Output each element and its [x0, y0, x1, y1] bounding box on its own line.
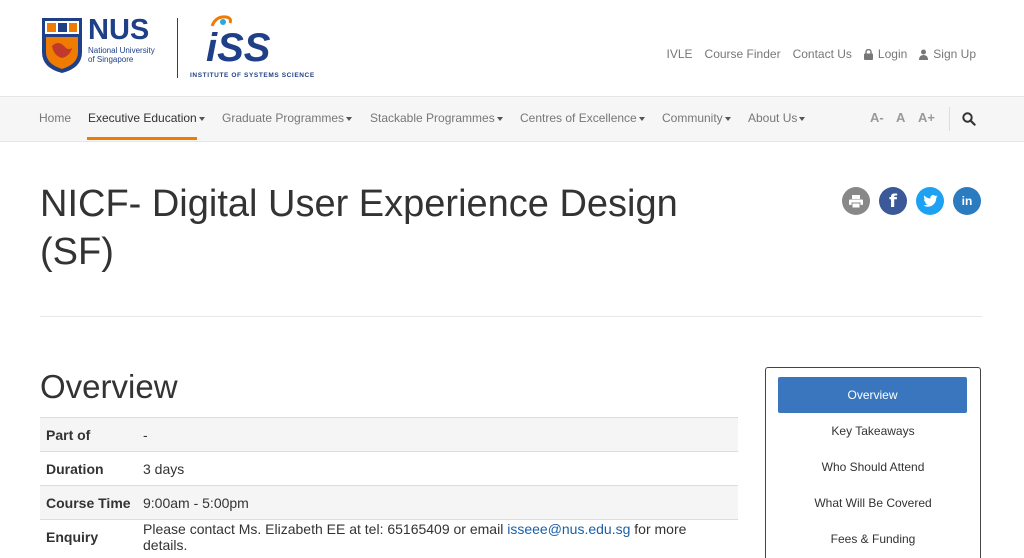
row-value: 9:00am - 5:00pm	[137, 485, 738, 520]
nav-item-home[interactable]: Home	[39, 111, 71, 125]
row-value: Please contact Ms. Elizabeth EE at tel: …	[137, 519, 738, 554]
nav-item-graduate-programmes[interactable]: Graduate Programmes	[222, 111, 353, 125]
nav-item-graduate-programmes-label: Graduate Programmes	[222, 111, 345, 125]
font-size-decrease-button[interactable]: A-	[870, 110, 884, 125]
twitter-share-button[interactable]	[916, 187, 944, 215]
linkedin-icon: in	[961, 194, 973, 208]
row-label: Part of	[40, 417, 137, 452]
nav-active-indicator	[87, 137, 197, 140]
nav-item-about-us[interactable]: About Us	[748, 111, 806, 125]
caret-down-icon	[799, 116, 806, 121]
top-links: IVLE Course Finder Contact Us Login Sign…	[655, 47, 976, 61]
caret-down-icon	[638, 116, 645, 121]
font-size-normal-button[interactable]: A	[896, 110, 905, 125]
user-icon	[919, 49, 929, 60]
table-row: Duration 3 days	[40, 451, 738, 486]
caret-down-icon	[496, 116, 503, 121]
table-row: Part of -	[40, 417, 738, 452]
caret-down-icon	[198, 116, 205, 121]
course-section-nav: Overview Key Takeaways Who Should Attend…	[765, 367, 981, 558]
nav-item-stackable-programmes-label: Stackable Programmes	[370, 111, 495, 125]
iss-subtitle: INSTITUTE OF SYSTEMS SCIENCE	[190, 72, 315, 79]
side-nav-item-key-takeaways[interactable]: Key Takeaways	[766, 424, 980, 438]
nav-item-executive-education[interactable]: Executive Education	[88, 111, 205, 125]
nav-item-stackable-programmes[interactable]: Stackable Programmes	[370, 111, 503, 125]
side-nav-item-who-should-attend[interactable]: Who Should Attend	[766, 460, 980, 474]
search-icon[interactable]	[962, 112, 976, 126]
row-value: -	[137, 417, 738, 452]
nav-item-centres-of-excellence[interactable]: Centres of Excellence	[520, 111, 645, 125]
enquiry-text-prefix: Please contact Ms. Elizabeth EE at tel: …	[143, 520, 508, 537]
row-label: Course Time	[40, 485, 137, 520]
nav-item-centres-of-excellence-label: Centres of Excellence	[520, 111, 637, 125]
iss-wordmark: iSS	[206, 26, 271, 70]
title-divider	[40, 316, 982, 317]
page-title: NICF- Digital User Experience Design (SF…	[40, 183, 678, 273]
ivle-link[interactable]: IVLE	[667, 47, 693, 61]
nav-item-community[interactable]: Community	[662, 111, 731, 125]
overview-heading: Overview	[40, 368, 178, 405]
nus-crest-icon	[42, 18, 82, 73]
course-info-table: Part of - Duration 3 days Course Time 9:…	[40, 417, 738, 554]
facebook-icon: f	[889, 190, 897, 212]
site-header: NUS National University of Singapore iSS…	[0, 0, 1024, 96]
nav-item-community-label: Community	[662, 111, 723, 125]
row-label: Duration	[40, 451, 137, 486]
print-button[interactable]	[842, 187, 870, 215]
lock-icon	[863, 48, 873, 60]
side-nav-item-overview[interactable]: Overview	[778, 377, 967, 413]
login-label: Login	[877, 47, 908, 61]
side-nav-item-what-will-be-covered[interactable]: What Will Be Covered	[766, 496, 980, 510]
nus-subtitle-line1: National University	[88, 46, 155, 55]
print-icon	[849, 194, 863, 208]
enquiry-email-link[interactable]: isseee@nus.edu.sg	[507, 521, 630, 537]
contact-us-link[interactable]: Contact Us	[793, 47, 852, 61]
twitter-icon	[922, 195, 938, 207]
row-label: Enquiry	[40, 519, 137, 554]
nus-logo[interactable]: NUS National University of Singapore	[40, 16, 155, 74]
side-nav-item-fees-funding[interactable]: Fees & Funding	[766, 532, 980, 546]
nav-item-executive-education-label: Executive Education	[88, 111, 197, 125]
sign-up-link[interactable]: Sign Up	[919, 47, 976, 61]
nav-divider	[949, 107, 950, 131]
main-navigation: Home Executive Education Graduate Progra…	[0, 96, 1024, 142]
sign-up-label: Sign Up	[933, 47, 976, 61]
login-link[interactable]: Login	[863, 47, 908, 61]
row-value: 3 days	[137, 451, 738, 486]
nav-item-about-us-label: About Us	[748, 111, 798, 125]
nus-subtitle-line2: of Singapore	[88, 55, 134, 64]
linkedin-share-button[interactable]: in	[953, 187, 981, 215]
font-size-increase-button[interactable]: A+	[918, 110, 935, 125]
table-row: Course Time 9:00am - 5:00pm	[40, 485, 738, 520]
facebook-share-button[interactable]: f	[879, 187, 907, 215]
nus-wordmark: NUS	[88, 14, 150, 46]
caret-down-icon	[346, 116, 353, 121]
table-row: Enquiry Please contact Ms. Elizabeth EE …	[40, 519, 738, 554]
course-finder-link[interactable]: Course Finder	[705, 47, 781, 61]
logo-divider	[177, 18, 178, 78]
caret-down-icon	[724, 116, 731, 121]
